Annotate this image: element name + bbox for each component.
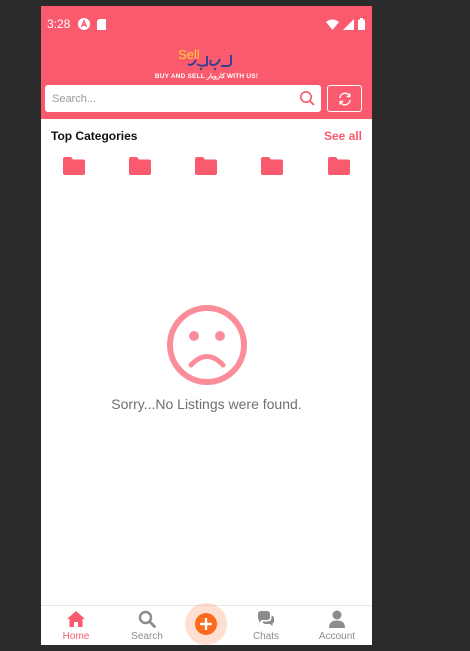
app-header: 3:28 Sell BUY AND SELL کاروبار WITH US! … [41,6,372,119]
status-time: 3:28 [47,17,71,31]
sad-face-icon [167,305,247,385]
app-logo: Sell BUY AND SELL کاروبار WITH US! [41,46,372,86]
add-button-core [195,613,217,635]
category-item-4[interactable] [261,157,283,177]
logo-urdu-wordmark [187,55,232,71]
top-categories-heading: Top Categories [51,129,138,143]
nav-home[interactable]: Home [46,606,106,645]
app-notification-icon [78,17,90,35]
category-item-1[interactable] [63,157,85,177]
logo-tagline: BUY AND SELL کاروبار WITH US! [154,73,259,80]
add-listing-button[interactable] [185,603,227,645]
see-all-link[interactable]: See all [324,129,362,143]
plus-icon [200,618,212,630]
wifi-icon [326,17,339,35]
search-icon[interactable] [299,90,315,106]
refresh-button[interactable] [327,85,362,112]
status-system-icons [326,17,365,35]
folder-icon [261,157,283,175]
category-list [41,157,372,179]
folder-icon [63,157,85,175]
empty-state: Sorry...No Listings were found. [41,304,372,424]
home-icon [67,611,85,627]
folder-icon [195,157,217,175]
battery-icon [358,17,365,35]
account-icon [329,610,345,628]
category-item-3[interactable] [195,157,217,177]
nav-chats-label: Chats [252,631,280,642]
category-item-5[interactable] [328,157,350,177]
nav-account[interactable]: Account [307,606,367,645]
search-icon [138,610,156,628]
nav-account-label: Account [318,631,356,642]
bottom-navigation: Home Search Chats Account [41,603,372,645]
status-notification-icons [78,17,106,35]
nav-home-label: Home [62,631,90,642]
category-item-2[interactable] [129,157,151,177]
folder-icon [328,157,350,175]
signal-icon [343,17,354,35]
nav-search[interactable]: Search [117,606,177,645]
status-bar: 3:28 [41,6,372,44]
empty-state-message: Sorry...No Listings were found. [111,396,302,412]
sd-card-icon [97,17,106,35]
folder-icon [129,157,151,175]
search-box [45,85,321,112]
search-input[interactable] [45,85,291,112]
nav-chats[interactable]: Chats [236,606,296,645]
chat-icon [258,611,274,626]
nav-search-label: Search [131,631,163,642]
refresh-icon [339,92,351,106]
phone-screen: 3:28 Sell BUY AND SELL کاروبار WITH US! … [41,6,372,645]
